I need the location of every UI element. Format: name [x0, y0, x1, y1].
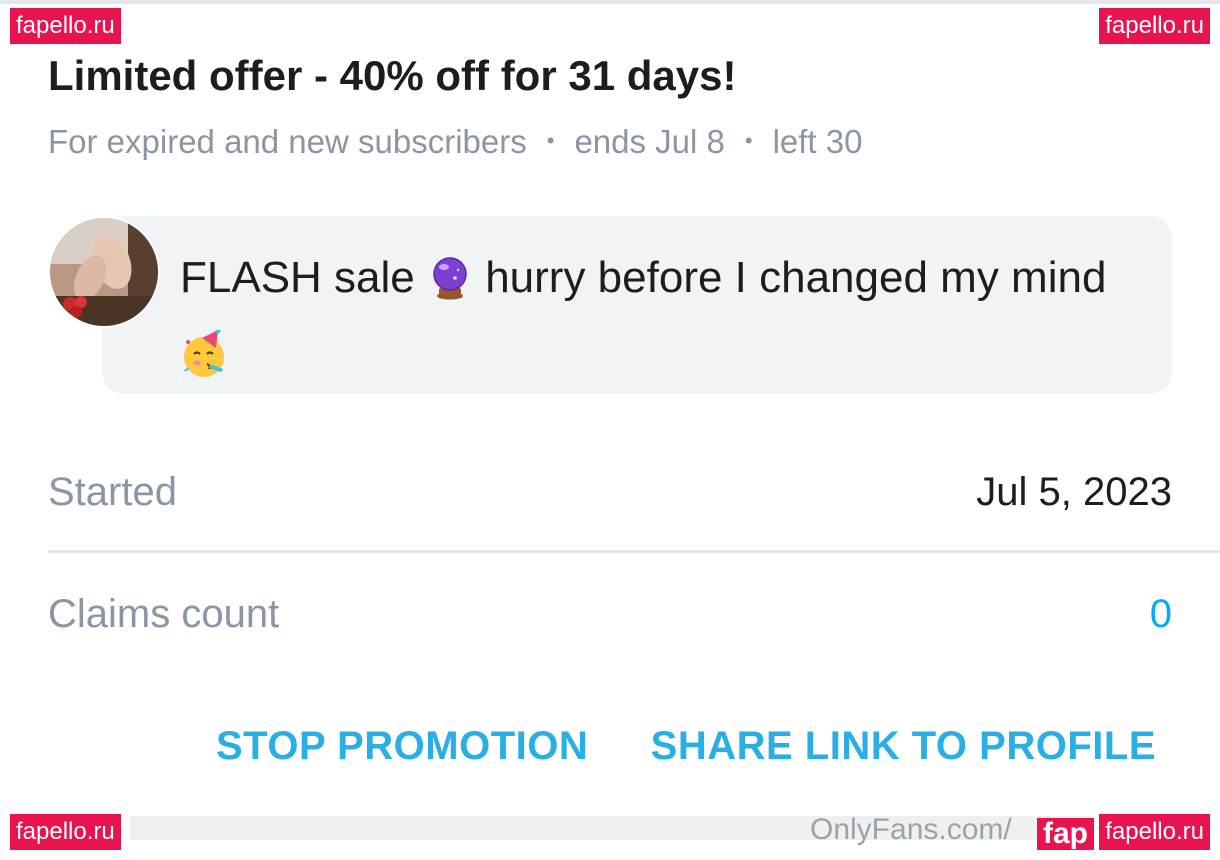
avatar-image — [50, 218, 158, 326]
watermark-top-left: fapello.ru — [10, 8, 121, 44]
watermark-top-right: fapello.ru — [1099, 8, 1210, 44]
row-divider — [48, 550, 1220, 553]
share-link-to-profile-button[interactable]: SHARE LINK TO PROFILE — [651, 718, 1156, 774]
offer-audience: For expired and new subscribers — [48, 123, 527, 160]
started-value: Jul 5, 2023 — [976, 470, 1172, 514]
crystal-ball-icon — [427, 250, 473, 322]
message-bubble: FLASH sale hurry before I changed my min… — [102, 216, 1172, 394]
offer-left: left 30 — [772, 123, 863, 160]
offer-title: Limited offer - 40% off for 31 days! — [48, 52, 737, 99]
separator-dot: • — [744, 128, 753, 153]
footer-watermark-url: OnlyFans.com/ — [810, 813, 1012, 846]
separator-dot: • — [546, 128, 555, 153]
promo-message: FLASH sale hurry before I changed my min… — [180, 242, 1140, 402]
partying-face-icon — [180, 328, 230, 402]
stop-promotion-button[interactable]: STOP PROMOTION — [216, 718, 588, 774]
offer-ends: ends Jul 8 — [574, 123, 725, 160]
watermark-bottom-left: fapello.ru — [10, 814, 121, 850]
claims-count-value[interactable]: 0 — [1150, 590, 1172, 638]
started-label: Started — [48, 470, 177, 514]
watermark-bottom-right-partial: fap — [1037, 818, 1094, 850]
claims-count-label: Claims count — [48, 592, 280, 636]
avatar[interactable] — [48, 216, 160, 328]
message-text-part1: FLASH sale — [180, 253, 427, 302]
top-divider — [0, 0, 1220, 4]
message-text-part2: hurry before I changed my mind — [472, 253, 1107, 302]
offer-meta: For expired and new subscribers • ends Jul… — [48, 120, 862, 163]
watermark-bottom-right: fapello.ru — [1099, 814, 1210, 850]
